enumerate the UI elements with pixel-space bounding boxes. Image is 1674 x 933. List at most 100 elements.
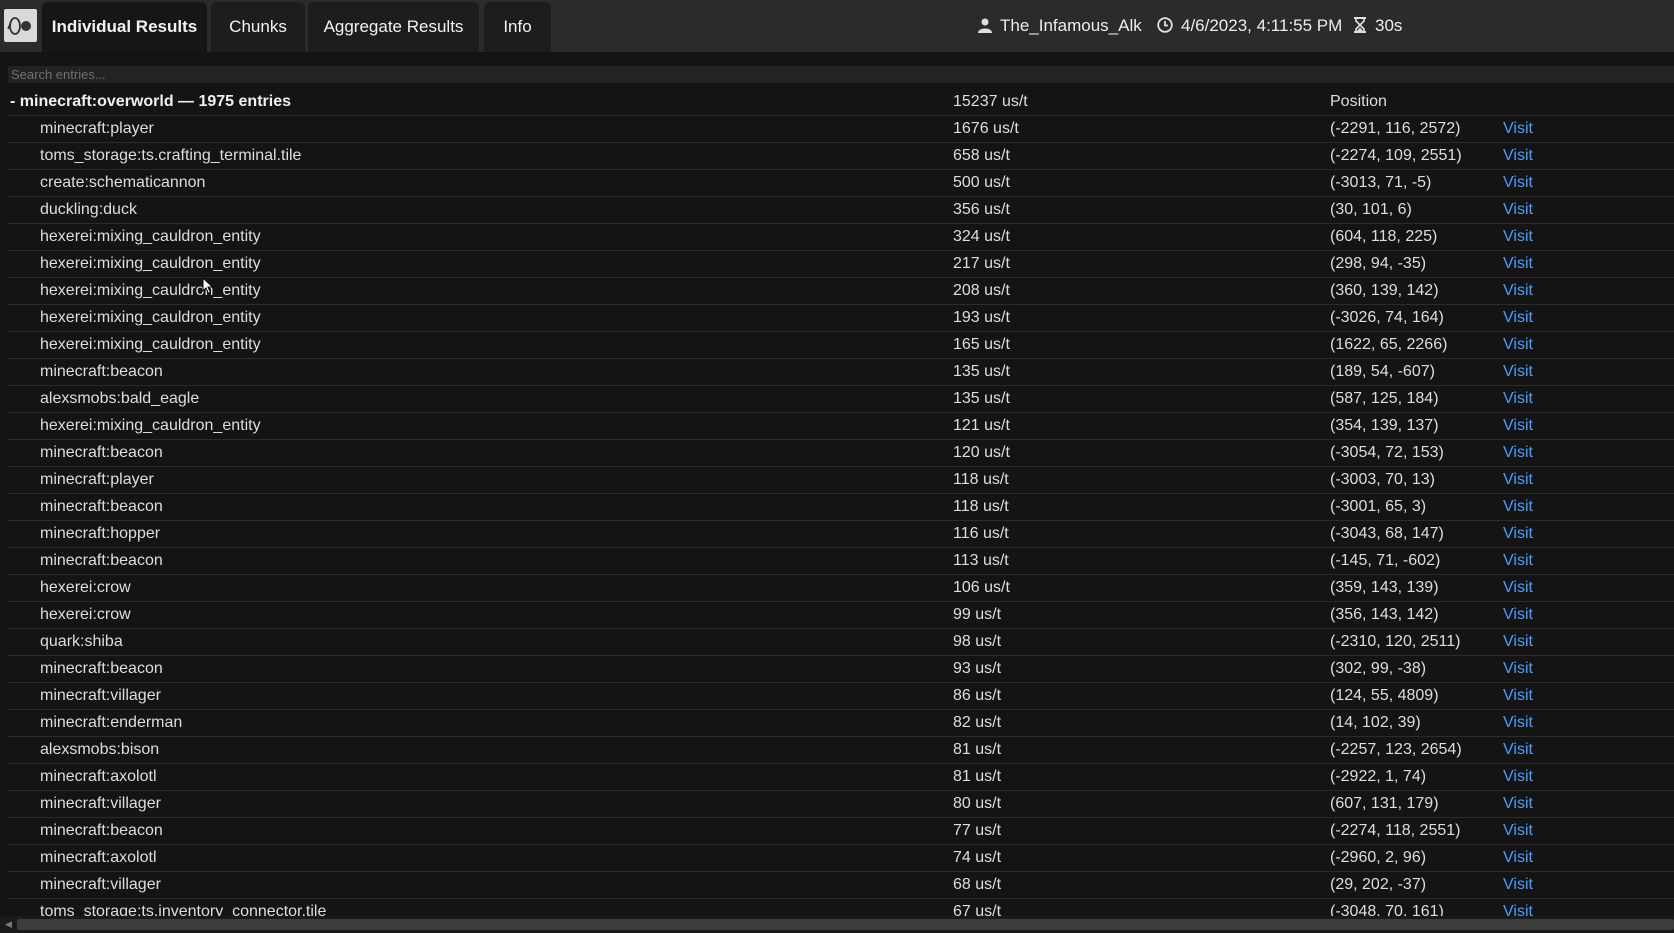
visit-link[interactable]: Visit: [1503, 845, 1533, 871]
entry-position: (356, 143, 142): [1330, 606, 1439, 623]
duration-status: 30s: [1353, 0, 1402, 52]
group-total-rate: 15237 us/t: [953, 93, 1028, 110]
visit-link[interactable]: Visit: [1503, 602, 1533, 628]
entry-name: minecraft:beacon: [40, 822, 163, 839]
visit-link[interactable]: Visit: [1503, 143, 1533, 169]
visit-link[interactable]: Visit: [1503, 359, 1533, 385]
spark-profiler-page: Individual Results Chunks Aggregate Resu…: [0, 0, 1674, 933]
timestamp: 4/6/2023, 4:11:55 PM: [1181, 16, 1343, 35]
table-row: hexerei:crow 106 us/t (359, 143, 139) Visit: [8, 575, 1674, 602]
entry-position: (-3043, 68, 147): [1330, 525, 1444, 542]
visit-link[interactable]: Visit: [1503, 764, 1533, 790]
visit-link[interactable]: Visit: [1503, 791, 1533, 817]
tab-aggregate-results[interactable]: Aggregate Results: [308, 2, 479, 52]
entry-name: hexerei:mixing_cauldron_entity: [40, 309, 261, 326]
entry-position: (587, 125, 184): [1330, 390, 1439, 407]
visit-link[interactable]: Visit: [1503, 656, 1533, 682]
table-row: alexsmobs:bald_eagle 135 us/t (587, 125, 1…: [8, 386, 1674, 413]
scrollbar-thumb[interactable]: [17, 919, 1674, 930]
entry-name: minecraft:beacon: [40, 444, 163, 461]
visit-link[interactable]: Visit: [1503, 710, 1533, 736]
table-row: minecraft:player 118 us/t (-3003, 70, 13) V…: [8, 467, 1674, 494]
entry-rate: 193 us/t: [953, 309, 1010, 326]
duration: 30s: [1375, 16, 1403, 35]
table-row: minecraft:axolotl 74 us/t (-2960, 2, 96) Vi…: [8, 845, 1674, 872]
entry-name: minecraft:beacon: [40, 552, 163, 569]
tab-info[interactable]: Info: [484, 2, 551, 52]
clock-icon: [1157, 17, 1173, 33]
group-title[interactable]: - minecraft:overworld — 1975 entries: [10, 89, 291, 115]
visit-link[interactable]: Visit: [1503, 683, 1533, 709]
entry-rows: minecraft:player 1676 us/t (-2291, 116, 25…: [8, 116, 1674, 916]
user-icon: [978, 18, 992, 33]
visit-link[interactable]: Visit: [1503, 467, 1533, 493]
visit-link[interactable]: Visit: [1503, 413, 1533, 439]
search-input[interactable]: [8, 66, 1674, 83]
entry-rate: 118 us/t: [953, 471, 1009, 488]
entry-rate: 74 us/t: [953, 849, 1002, 866]
entry-name: minecraft:axolotl: [40, 849, 157, 866]
table-row: minecraft:villager 80 us/t (607, 131, 179)…: [8, 791, 1674, 818]
entry-name: hexerei:mixing_cauldron_entity: [40, 336, 261, 353]
group-header-row[interactable]: - minecraft:overworld — 1975 entries 152…: [8, 89, 1674, 116]
visit-link[interactable]: Visit: [1503, 548, 1533, 574]
visit-link[interactable]: Visit: [1503, 332, 1533, 358]
visit-link[interactable]: Visit: [1503, 197, 1533, 223]
entry-position: (124, 55, 4809): [1330, 687, 1439, 704]
entry-name: alexsmobs:bison: [40, 741, 160, 758]
horizontal-scrollbar[interactable]: ◀: [0, 916, 1674, 933]
entry-position: (-3013, 71, -5): [1330, 174, 1432, 191]
table-row: alexsmobs:bison 81 us/t (-2257, 123, 2654)…: [8, 737, 1674, 764]
entry-name: alexsmobs:bald_eagle: [40, 390, 200, 407]
visit-link[interactable]: Visit: [1503, 278, 1533, 304]
entry-position: (360, 139, 142): [1330, 282, 1439, 299]
visit-link[interactable]: Visit: [1503, 170, 1533, 196]
entry-position: (604, 118, 225): [1330, 228, 1438, 245]
table-row: minecraft:villager 68 us/t (29, 202, -37) V…: [8, 872, 1674, 899]
table-row: hexerei:mixing_cauldron_entity 193 us/t (-…: [8, 305, 1674, 332]
app-logo-icon[interactable]: [4, 9, 37, 42]
entry-name: hexerei:mixing_cauldron_entity: [40, 228, 261, 245]
visit-link[interactable]: Visit: [1503, 224, 1533, 250]
tab-chunks[interactable]: Chunks: [211, 2, 305, 52]
table-row: minecraft:player 1676 us/t (-2291, 116, 25…: [8, 116, 1674, 143]
visit-link[interactable]: Visit: [1503, 629, 1533, 655]
entry-position: (-2960, 2, 96): [1330, 849, 1427, 866]
visit-link[interactable]: Visit: [1503, 737, 1533, 763]
visit-link[interactable]: Visit: [1503, 575, 1533, 601]
entry-position: (-2291, 116, 2572): [1330, 120, 1461, 137]
entry-position: (359, 143, 139): [1330, 579, 1439, 596]
table-row: hexerei:mixing_cauldron_entity 217 us/t (2…: [8, 251, 1674, 278]
scroll-left-arrow-icon[interactable]: ◀: [0, 916, 17, 933]
entry-rate: 93 us/t: [953, 660, 1002, 677]
entry-name: toms_storage:ts.inventory_connector.tile: [40, 903, 327, 916]
entry-rate: 118 us/t: [953, 498, 1009, 515]
entry-name: minecraft:enderman: [40, 714, 183, 731]
entry-name: minecraft:villager: [40, 795, 161, 812]
entry-name: hexerei:crow: [40, 606, 131, 623]
visit-link[interactable]: Visit: [1503, 116, 1533, 142]
visit-link[interactable]: Visit: [1503, 818, 1533, 844]
entry-name: toms_storage:ts.crafting_terminal.tile: [40, 147, 302, 164]
entry-rate: 82 us/t: [953, 714, 1002, 731]
visit-link[interactable]: Visit: [1503, 899, 1533, 916]
entry-position: (302, 99, -38): [1330, 660, 1427, 677]
entry-rate: 80 us/t: [953, 795, 1002, 812]
entry-rate: 98 us/t: [953, 633, 1002, 650]
visit-link[interactable]: Visit: [1503, 521, 1533, 547]
entry-rate: 356 us/t: [953, 201, 1010, 218]
entry-rate: 106 us/t: [953, 579, 1010, 596]
visit-link[interactable]: Visit: [1503, 494, 1533, 520]
entry-rate: 121 us/t: [953, 417, 1010, 434]
entry-position: (-2310, 120, 2511): [1330, 633, 1461, 650]
visit-link[interactable]: Visit: [1503, 440, 1533, 466]
tab-individual-results[interactable]: Individual Results: [42, 2, 207, 52]
visit-link[interactable]: Visit: [1503, 872, 1533, 898]
visit-link[interactable]: Visit: [1503, 305, 1533, 331]
table-row: minecraft:axolotl 81 us/t (-2922, 1, 74) Vi…: [8, 764, 1674, 791]
visit-link[interactable]: Visit: [1503, 251, 1533, 277]
table-row: hexerei:crow 99 us/t (356, 143, 142) Visit: [8, 602, 1674, 629]
visit-link[interactable]: Visit: [1503, 386, 1533, 412]
entry-rate: 99 us/t: [953, 606, 1002, 623]
entry-position: (354, 139, 137): [1330, 417, 1439, 434]
